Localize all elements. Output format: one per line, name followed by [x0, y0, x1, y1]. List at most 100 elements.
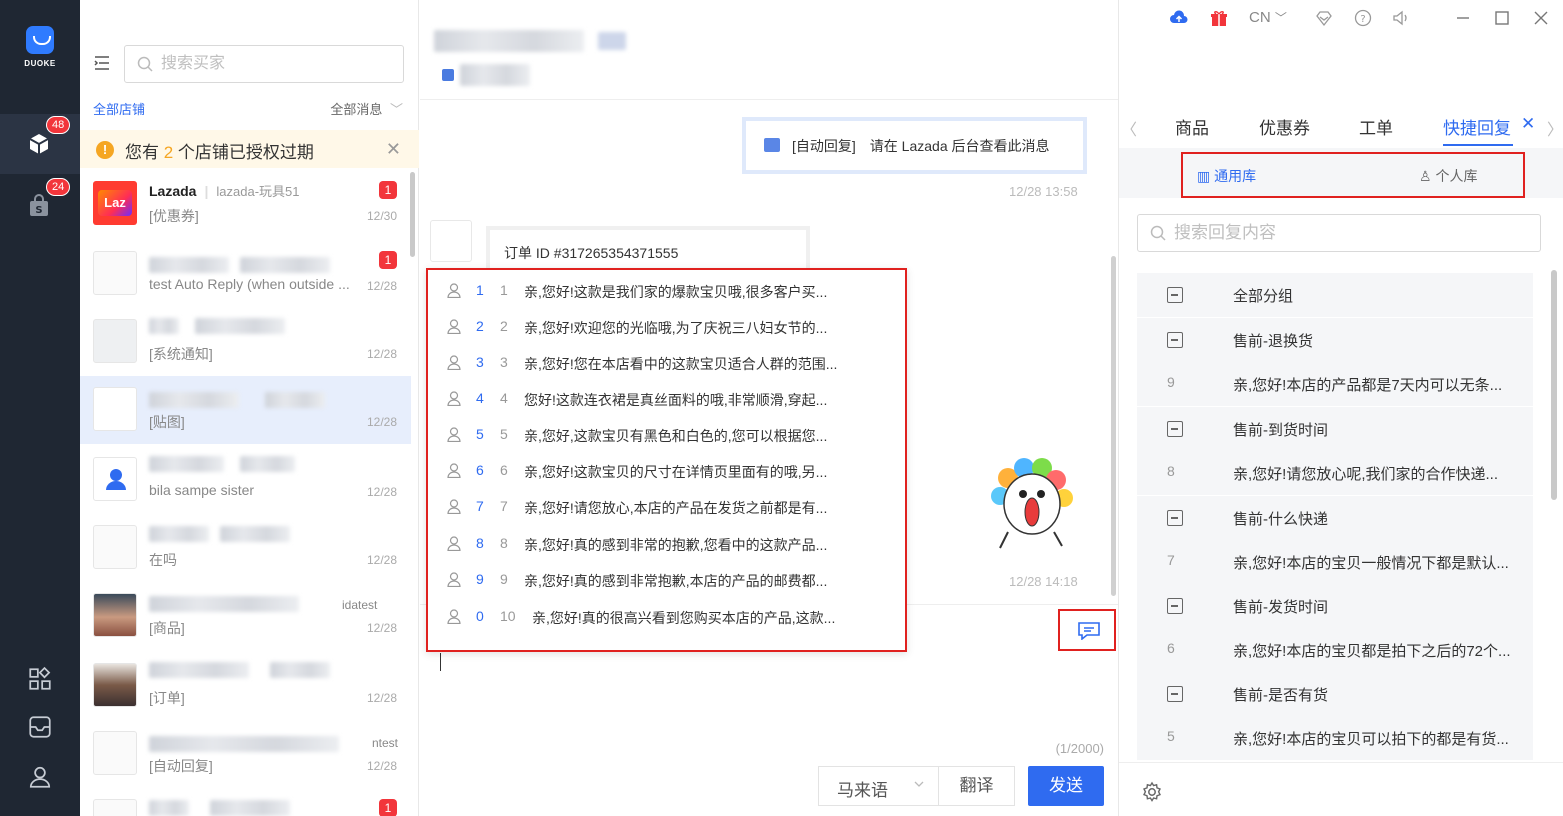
quick-reply-number: 4 — [500, 390, 508, 406]
reply-group[interactable]: 全部分组 — [1137, 273, 1533, 317]
rail-item-chat[interactable]: 48 — [0, 114, 80, 174]
inbox-icon[interactable] — [27, 714, 53, 740]
quick-reply-option[interactable]: 4 4 您好!这款连衣裙是真丝面料的哦,非常顺滑,穿起... — [428, 380, 905, 416]
warning-prefix: 您有 — [125, 143, 164, 162]
conversation-item[interactable]: ntest [自动回复] 12/28 — [80, 720, 411, 788]
reply-group[interactable]: 售前-什么快递 — [1137, 496, 1533, 540]
quick-reply-text: 亲,您好!真的感到非常的抱歉,您看中的这款产品... — [524, 537, 828, 553]
reply-group[interactable]: 售前-退换货 — [1137, 318, 1533, 362]
tab-coupons[interactable]: 优惠券 — [1259, 114, 1310, 139]
chevron-left-icon[interactable]: 〈 — [1121, 116, 1137, 140]
send-button[interactable]: 发送 — [1028, 766, 1104, 806]
quick-reply-option[interactable]: 7 7 亲,您好!请您放心,本店的产品在发货之前都是有... — [428, 488, 905, 524]
quick-reply-option[interactable]: 9 9 亲,您好!真的感到非常抱歉,本店的产品的邮费都... — [428, 561, 905, 597]
collapse-icon[interactable] — [1167, 421, 1183, 437]
conversation-time: 12/28 — [366, 691, 397, 705]
help-icon[interactable]: ? — [1354, 9, 1372, 27]
conversation-item[interactable]: [订单] 12/28 — [80, 652, 411, 720]
reply-group-title: 售前-是否有货 — [1233, 687, 1328, 704]
maximize-icon[interactable] — [1493, 9, 1511, 27]
quick-reply-text: 亲,您好!欢迎您的光临哦,为了庆祝三八妇女节的... — [524, 320, 828, 336]
reply-search[interactable] — [1137, 214, 1541, 252]
close-tab-icon[interactable]: ✕ — [1521, 114, 1535, 134]
buyer-search-input[interactable] — [161, 52, 391, 76]
rail-badge-chat: 48 — [46, 116, 71, 134]
common-library-tab[interactable]: ▥ 通用库 — [1197, 166, 1256, 186]
quick-reply-key: 4 — [476, 390, 484, 406]
rail-item-shop[interactable]: S 24 — [0, 176, 80, 236]
quick-reply-option[interactable]: 3 3 亲,您好!您在本店看中的这款宝贝适合人群的范围... — [428, 344, 905, 380]
close-window-icon[interactable] — [1532, 9, 1550, 27]
user-icon — [447, 499, 461, 514]
gift-icon[interactable] — [1210, 9, 1228, 27]
quick-reply-option[interactable]: 6 6 亲,您好!这款宝贝的尺寸在详情页里面有的哦,另... — [428, 452, 905, 488]
avatar — [93, 593, 137, 637]
quick-reply-icon — [1078, 622, 1100, 640]
diamond-icon[interactable] — [1315, 9, 1333, 27]
quick-reply-key: 3 — [476, 354, 484, 370]
avatar — [93, 799, 137, 816]
quick-reply-option[interactable]: 2 2 亲,您好!欢迎您的光临哦,为了庆祝三八妇女节的... — [428, 308, 905, 344]
collapse-icon[interactable] — [1167, 510, 1183, 526]
tab-quick-replies[interactable]: 快捷回复 — [1443, 114, 1511, 139]
reply-group[interactable]: 售前-到货时间 — [1137, 407, 1533, 451]
conversation-item[interactable]: 1 — [80, 788, 411, 816]
user-icon[interactable] — [27, 764, 53, 790]
reply-group[interactable]: 售前-是否有货 — [1137, 672, 1533, 716]
filter-all-messages[interactable]: 全部消息 ﹀ — [330, 99, 403, 118]
building-icon: ▥ — [1197, 168, 1211, 184]
reply-search-input[interactable] — [1174, 221, 1524, 245]
quick-reply-option[interactable]: 1 1 亲,您好!这款是我们家的爆款宝贝哦,很多客户买... — [428, 272, 905, 308]
conversation-item[interactable]: [系统通知] 12/28 — [80, 308, 411, 376]
collapse-icon[interactable] — [1167, 686, 1183, 702]
quick-reply-option[interactable]: 8 8 亲,您好!真的感到非常的抱歉,您看中的这款产品... — [428, 525, 905, 561]
speaker-icon[interactable] — [1392, 9, 1410, 27]
language-switch[interactable]: CN ﹀ — [1249, 9, 1287, 26]
buyer-avatar — [430, 220, 472, 262]
avatar — [93, 251, 137, 295]
conversation-item[interactable]: 在吗 12/28 — [80, 514, 411, 582]
reply-group-title: 售前-到货时间 — [1233, 422, 1328, 439]
apps-grid-icon[interactable] — [27, 666, 53, 692]
reply-item[interactable]: 6 亲,您好!本店的宝贝都是拍下之后的72个... — [1137, 628, 1533, 672]
conversation-item[interactable]: idatest [商品] 12/28 — [80, 582, 411, 650]
reply-item[interactable]: 5 亲,您好!本店的宝贝可以拍下的都是有货... — [1137, 716, 1533, 760]
side-tools-panel: CN ﹀ ? 〈 商品 优惠券 工单 快捷回复 ✕ 〉 ▥ 通用库 ♙ 个人库 … — [1118, 0, 1563, 816]
quick-reply-number: 8 — [500, 535, 508, 551]
chevron-right-icon[interactable]: 〉 — [1547, 116, 1563, 140]
minimize-icon[interactable] — [1454, 9, 1472, 27]
cloud-upload-icon[interactable] — [1170, 9, 1188, 27]
conversation-item[interactable]: test Auto Reply (when outside ... 1 12/2… — [80, 240, 411, 308]
personal-library-tab[interactable]: ♙ 个人库 — [1419, 166, 1477, 186]
reply-list-scrollbar[interactable] — [1551, 270, 1557, 500]
quick-reply-option[interactable]: 0 10 亲,您好!真的很高兴看到您购买本店的产品,这款... — [428, 598, 905, 634]
menu-collapse-icon[interactable] — [94, 56, 110, 70]
quick-reply-text: 亲,您好!真的感到非常抱歉,本店的产品的邮费都... — [524, 573, 828, 589]
tab-tickets[interactable]: 工单 — [1359, 114, 1393, 139]
message-time: 12/28 14:18 — [1009, 574, 1078, 589]
tab-products[interactable]: 商品 — [1175, 114, 1209, 139]
conversation-item[interactable]: Laz Lazada | lazada-玩具51 [优惠券] 1 12/30 — [80, 170, 411, 238]
filter-all-messages-label: 全部消息 — [330, 102, 383, 117]
reply-item-text: 亲,您好!本店的宝贝可以拍下的都是有货... — [1233, 731, 1509, 748]
collapse-icon[interactable] — [1167, 598, 1183, 614]
reply-item[interactable]: 7 亲,您好!本店的宝贝一般情况下都是默认... — [1137, 540, 1533, 584]
chat-scrollbar[interactable] — [1111, 256, 1116, 596]
reply-group[interactable]: 售前-发货时间 — [1137, 584, 1533, 628]
quick-reply-option[interactable]: 5 5 亲,您好,这款宝贝有黑色和白色的,您可以根据您... — [428, 416, 905, 452]
gear-icon[interactable] — [1141, 781, 1163, 803]
collapse-icon[interactable] — [1167, 287, 1183, 303]
reply-item[interactable]: 9 亲,您好!本店的产品都是7天内可以无条... — [1137, 362, 1533, 406]
conversation-item-selected[interactable]: [贴图] 12/28 — [80, 376, 411, 444]
filter-all-shops[interactable]: 全部店铺 — [93, 99, 145, 118]
reply-item[interactable]: 8 亲,您好!请您放心呢,我们家的合作快递... — [1137, 451, 1533, 495]
translate-button[interactable]: 翻译 — [939, 766, 1015, 806]
collapse-icon[interactable] — [1167, 332, 1183, 348]
conversation-item[interactable]: bila sampe sister 12/28 — [80, 446, 411, 514]
unread-badge: 1 — [379, 251, 397, 269]
close-icon[interactable]: ✕ — [386, 139, 401, 160]
quick-reply-button[interactable] — [1058, 609, 1116, 651]
list-scrollbar[interactable] — [410, 172, 415, 257]
buyer-search[interactable] — [124, 45, 404, 83]
language-select[interactable]: 马来语 — [818, 766, 939, 806]
